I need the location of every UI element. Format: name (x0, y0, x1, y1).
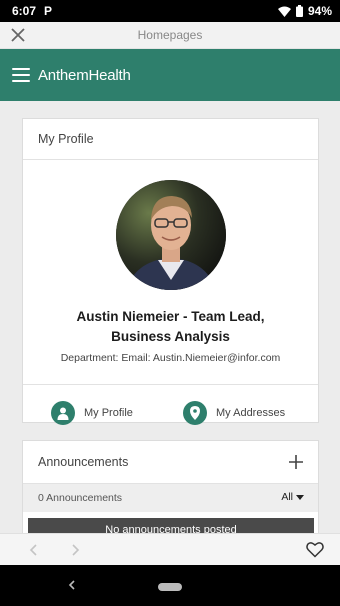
system-home-pill[interactable] (158, 583, 182, 591)
announcements-header: Announcements (23, 441, 318, 484)
profile-links: My Profile My Addresses (23, 401, 318, 425)
browser-top-bar: Homepages (0, 22, 340, 49)
person-icon (51, 401, 75, 425)
brand-logo: AnthemHealth (38, 66, 131, 84)
back-arrow-icon[interactable] (27, 543, 41, 557)
status-bar: 6:07 P 94% (0, 0, 340, 22)
profile-card: My Profile Austin Niemeier - Team Lead, … (22, 118, 319, 425)
browser-bottom-bar (0, 533, 340, 565)
battery-level: 94% (307, 4, 332, 18)
system-nav-bar (0, 565, 340, 606)
add-announcement-icon[interactable] (288, 454, 304, 470)
browser-title: Homepages (137, 28, 203, 42)
my-profile-label: My Profile (84, 407, 133, 419)
profile-name: Austin Niemeier - Team Lead, Business An… (23, 307, 318, 347)
app-notification-icon: P (44, 4, 53, 18)
announcements-card: Announcements 0 Announcements All No ann… (22, 440, 319, 533)
close-icon[interactable] (9, 26, 27, 44)
profile-name-line1: Austin Niemeier - Team Lead, (76, 309, 265, 324)
empty-announcements-message: No announcements posted (28, 518, 314, 533)
battery-icon (295, 5, 303, 17)
announcements-title: Announcements (38, 455, 129, 469)
status-icons: 94% (277, 4, 332, 18)
announcements-filter-dropdown[interactable]: All (281, 491, 304, 503)
menu-icon[interactable] (12, 68, 30, 82)
my-profile-link[interactable]: My Profile (51, 401, 133, 425)
forward-arrow-icon[interactable] (68, 543, 82, 557)
profile-details: Department: Email: Austin.Niemeier@infor… (60, 352, 281, 364)
profile-name-line2: Business Analysis (111, 329, 230, 344)
system-back-icon[interactable] (66, 578, 78, 592)
filter-value: All (281, 491, 293, 503)
divider (23, 384, 318, 385)
main-content[interactable]: My Profile Austin Niemeier - Team Lead, … (0, 101, 340, 533)
heart-icon[interactable] (306, 541, 324, 558)
wifi-icon (277, 6, 291, 17)
location-pin-icon (183, 401, 207, 425)
status-time: 6:07 (12, 4, 37, 18)
profile-card-title: My Profile (23, 119, 318, 160)
announcements-toolbar: 0 Announcements All (23, 484, 318, 512)
app-header: AnthemHealth (0, 49, 340, 101)
avatar[interactable] (116, 180, 226, 290)
caret-down-icon (296, 494, 304, 500)
my-addresses-link[interactable]: My Addresses (183, 401, 285, 425)
my-addresses-label: My Addresses (216, 407, 286, 419)
announcements-count: 0 Announcements (38, 492, 123, 504)
